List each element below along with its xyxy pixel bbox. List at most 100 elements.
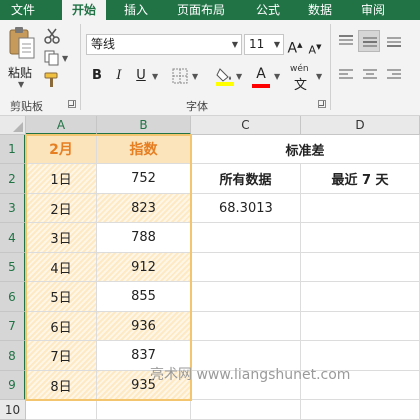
- cell-a5[interactable]: 4日: [26, 253, 97, 282]
- cell-b7[interactable]: 936: [97, 312, 191, 341]
- phonetic-label: wén: [290, 64, 309, 74]
- row-header[interactable]: 10: [0, 400, 26, 420]
- cell-b3[interactable]: 823: [97, 194, 191, 223]
- column-header-b[interactable]: B: [97, 116, 191, 135]
- tab-home[interactable]: 开始: [62, 0, 106, 21]
- chevron-down-icon: ▼: [18, 80, 25, 89]
- row-header[interactable]: 6: [0, 282, 26, 312]
- cell-b5[interactable]: 912: [97, 253, 191, 282]
- decrease-font-size-button[interactable]: A▼: [306, 37, 324, 57]
- chevron-down-icon[interactable]: ▼: [192, 72, 198, 81]
- cell-b4[interactable]: 788: [97, 223, 191, 253]
- chevron-down-icon: ▼: [231, 40, 238, 49]
- column-header-c[interactable]: C: [191, 116, 301, 135]
- underline-button[interactable]: U: [132, 66, 150, 86]
- align-top-icon[interactable]: [338, 34, 354, 48]
- tab-formulas[interactable]: 公式: [248, 0, 288, 20]
- row-header[interactable]: 4: [0, 223, 26, 253]
- align-center-icon[interactable]: [362, 68, 378, 82]
- ribbon-tab-bar: 文件 开始 插入 页面布局 公式 数据 审阅: [0, 0, 420, 21]
- row-header[interactable]: 2: [0, 164, 26, 194]
- cell-a10[interactable]: [26, 400, 97, 420]
- row-header[interactable]: 3: [0, 194, 26, 223]
- cell-c5[interactable]: [191, 253, 301, 282]
- align-bottom-icon[interactable]: [386, 34, 402, 48]
- chevron-down-icon[interactable]: ▼: [236, 72, 242, 81]
- clipboard-group-label: 剪贴板: [10, 100, 43, 113]
- cell-c7[interactable]: [191, 312, 301, 341]
- cell-d7[interactable]: [301, 312, 420, 341]
- cell-a1[interactable]: 2月: [26, 135, 97, 164]
- font-color-swatch: [252, 84, 270, 88]
- paste-button[interactable]: 粘贴 ▼: [4, 26, 38, 89]
- row-header[interactable]: 8: [0, 341, 26, 371]
- align-middle-button[interactable]: [358, 30, 380, 52]
- align-right-icon[interactable]: [386, 68, 402, 82]
- cell-b2[interactable]: 752: [97, 164, 191, 194]
- row-header[interactable]: 9: [0, 371, 26, 400]
- font-size-dropdown[interactable]: 11 ▼: [244, 34, 284, 55]
- cell-d3[interactable]: [301, 194, 420, 223]
- row-header[interactable]: 1: [0, 135, 26, 164]
- chevron-down-icon[interactable]: ▼: [62, 54, 68, 63]
- cell-c10[interactable]: [191, 400, 301, 420]
- bold-button[interactable]: B: [88, 66, 106, 86]
- font-color-icon: A: [256, 66, 266, 82]
- cell-c1-merged[interactable]: 标准差: [191, 135, 420, 164]
- font-launcher-icon[interactable]: [318, 100, 326, 108]
- cell-d5[interactable]: [301, 253, 420, 282]
- cell-d4[interactable]: [301, 223, 420, 253]
- cell-a7[interactable]: 6日: [26, 312, 97, 341]
- font-color-button[interactable]: A: [252, 64, 270, 84]
- cell-a6[interactable]: 5日: [26, 282, 97, 312]
- cell-a2[interactable]: 1日: [26, 164, 97, 194]
- fill-color-icon[interactable]: [216, 66, 234, 86]
- copy-icon[interactable]: [44, 50, 60, 66]
- font-name-value: 等线: [91, 37, 116, 51]
- chevron-down-icon[interactable]: ▼: [152, 72, 158, 81]
- chevron-down-icon: ▼: [273, 40, 280, 49]
- column-header-d[interactable]: D: [301, 116, 420, 135]
- cell-a3[interactable]: 2日: [26, 194, 97, 223]
- column-header-a[interactable]: A: [26, 116, 97, 135]
- cell-a8[interactable]: 7日: [26, 341, 97, 371]
- chevron-down-icon[interactable]: ▼: [316, 72, 322, 81]
- tab-insert[interactable]: 插入: [116, 0, 156, 20]
- phonetic-guide-button[interactable]: wén 文: [290, 64, 314, 93]
- tab-data[interactable]: 数据: [300, 0, 340, 20]
- row-header[interactable]: 5: [0, 253, 26, 282]
- clipboard-launcher-icon[interactable]: [68, 100, 76, 108]
- cell-c4[interactable]: [191, 223, 301, 253]
- cut-icon[interactable]: [44, 28, 60, 44]
- cell-d6[interactable]: [301, 282, 420, 312]
- tab-page-layout[interactable]: 页面布局: [170, 0, 232, 20]
- align-left-icon[interactable]: [338, 68, 354, 82]
- cell-a4[interactable]: 3日: [26, 223, 97, 253]
- font-name-dropdown[interactable]: 等线 ▼: [86, 34, 242, 55]
- font-group-label: 字体: [186, 100, 208, 113]
- increase-font-size-button[interactable]: A▲: [286, 35, 304, 57]
- decrease-font-icon: A: [308, 43, 317, 57]
- cell-c3[interactable]: 68.3013: [191, 194, 301, 223]
- format-painter-icon[interactable]: [44, 72, 62, 88]
- borders-icon[interactable]: [172, 68, 188, 84]
- group-divider: [80, 24, 81, 110]
- group-divider: [330, 24, 331, 110]
- chevron-down-icon[interactable]: ▼: [274, 72, 280, 81]
- paste-icon: [9, 27, 35, 59]
- cell-d10[interactable]: [301, 400, 420, 420]
- select-all-button[interactable]: [0, 116, 26, 135]
- cell-d2[interactable]: 最近 7 天: [301, 164, 420, 194]
- row-header[interactable]: 7: [0, 312, 26, 341]
- cell-c6[interactable]: [191, 282, 301, 312]
- cell-b6[interactable]: 855: [97, 282, 191, 312]
- tab-review[interactable]: 审阅: [352, 0, 394, 20]
- ribbon: 粘贴 ▼ ▼ 剪贴板 等线 ▼ 11 ▼ A▲ A▼ B I U ▼ ▼ ▼ A…: [0, 20, 420, 116]
- tab-file[interactable]: 文件: [4, 0, 42, 20]
- cell-b1[interactable]: 指数: [97, 135, 191, 164]
- cell-a9[interactable]: 8日: [26, 371, 97, 400]
- cell-c2[interactable]: 所有数据: [191, 164, 301, 194]
- italic-button[interactable]: I: [110, 66, 128, 86]
- cell-b10[interactable]: [97, 400, 191, 420]
- phonetic-icon: 文: [294, 78, 308, 93]
